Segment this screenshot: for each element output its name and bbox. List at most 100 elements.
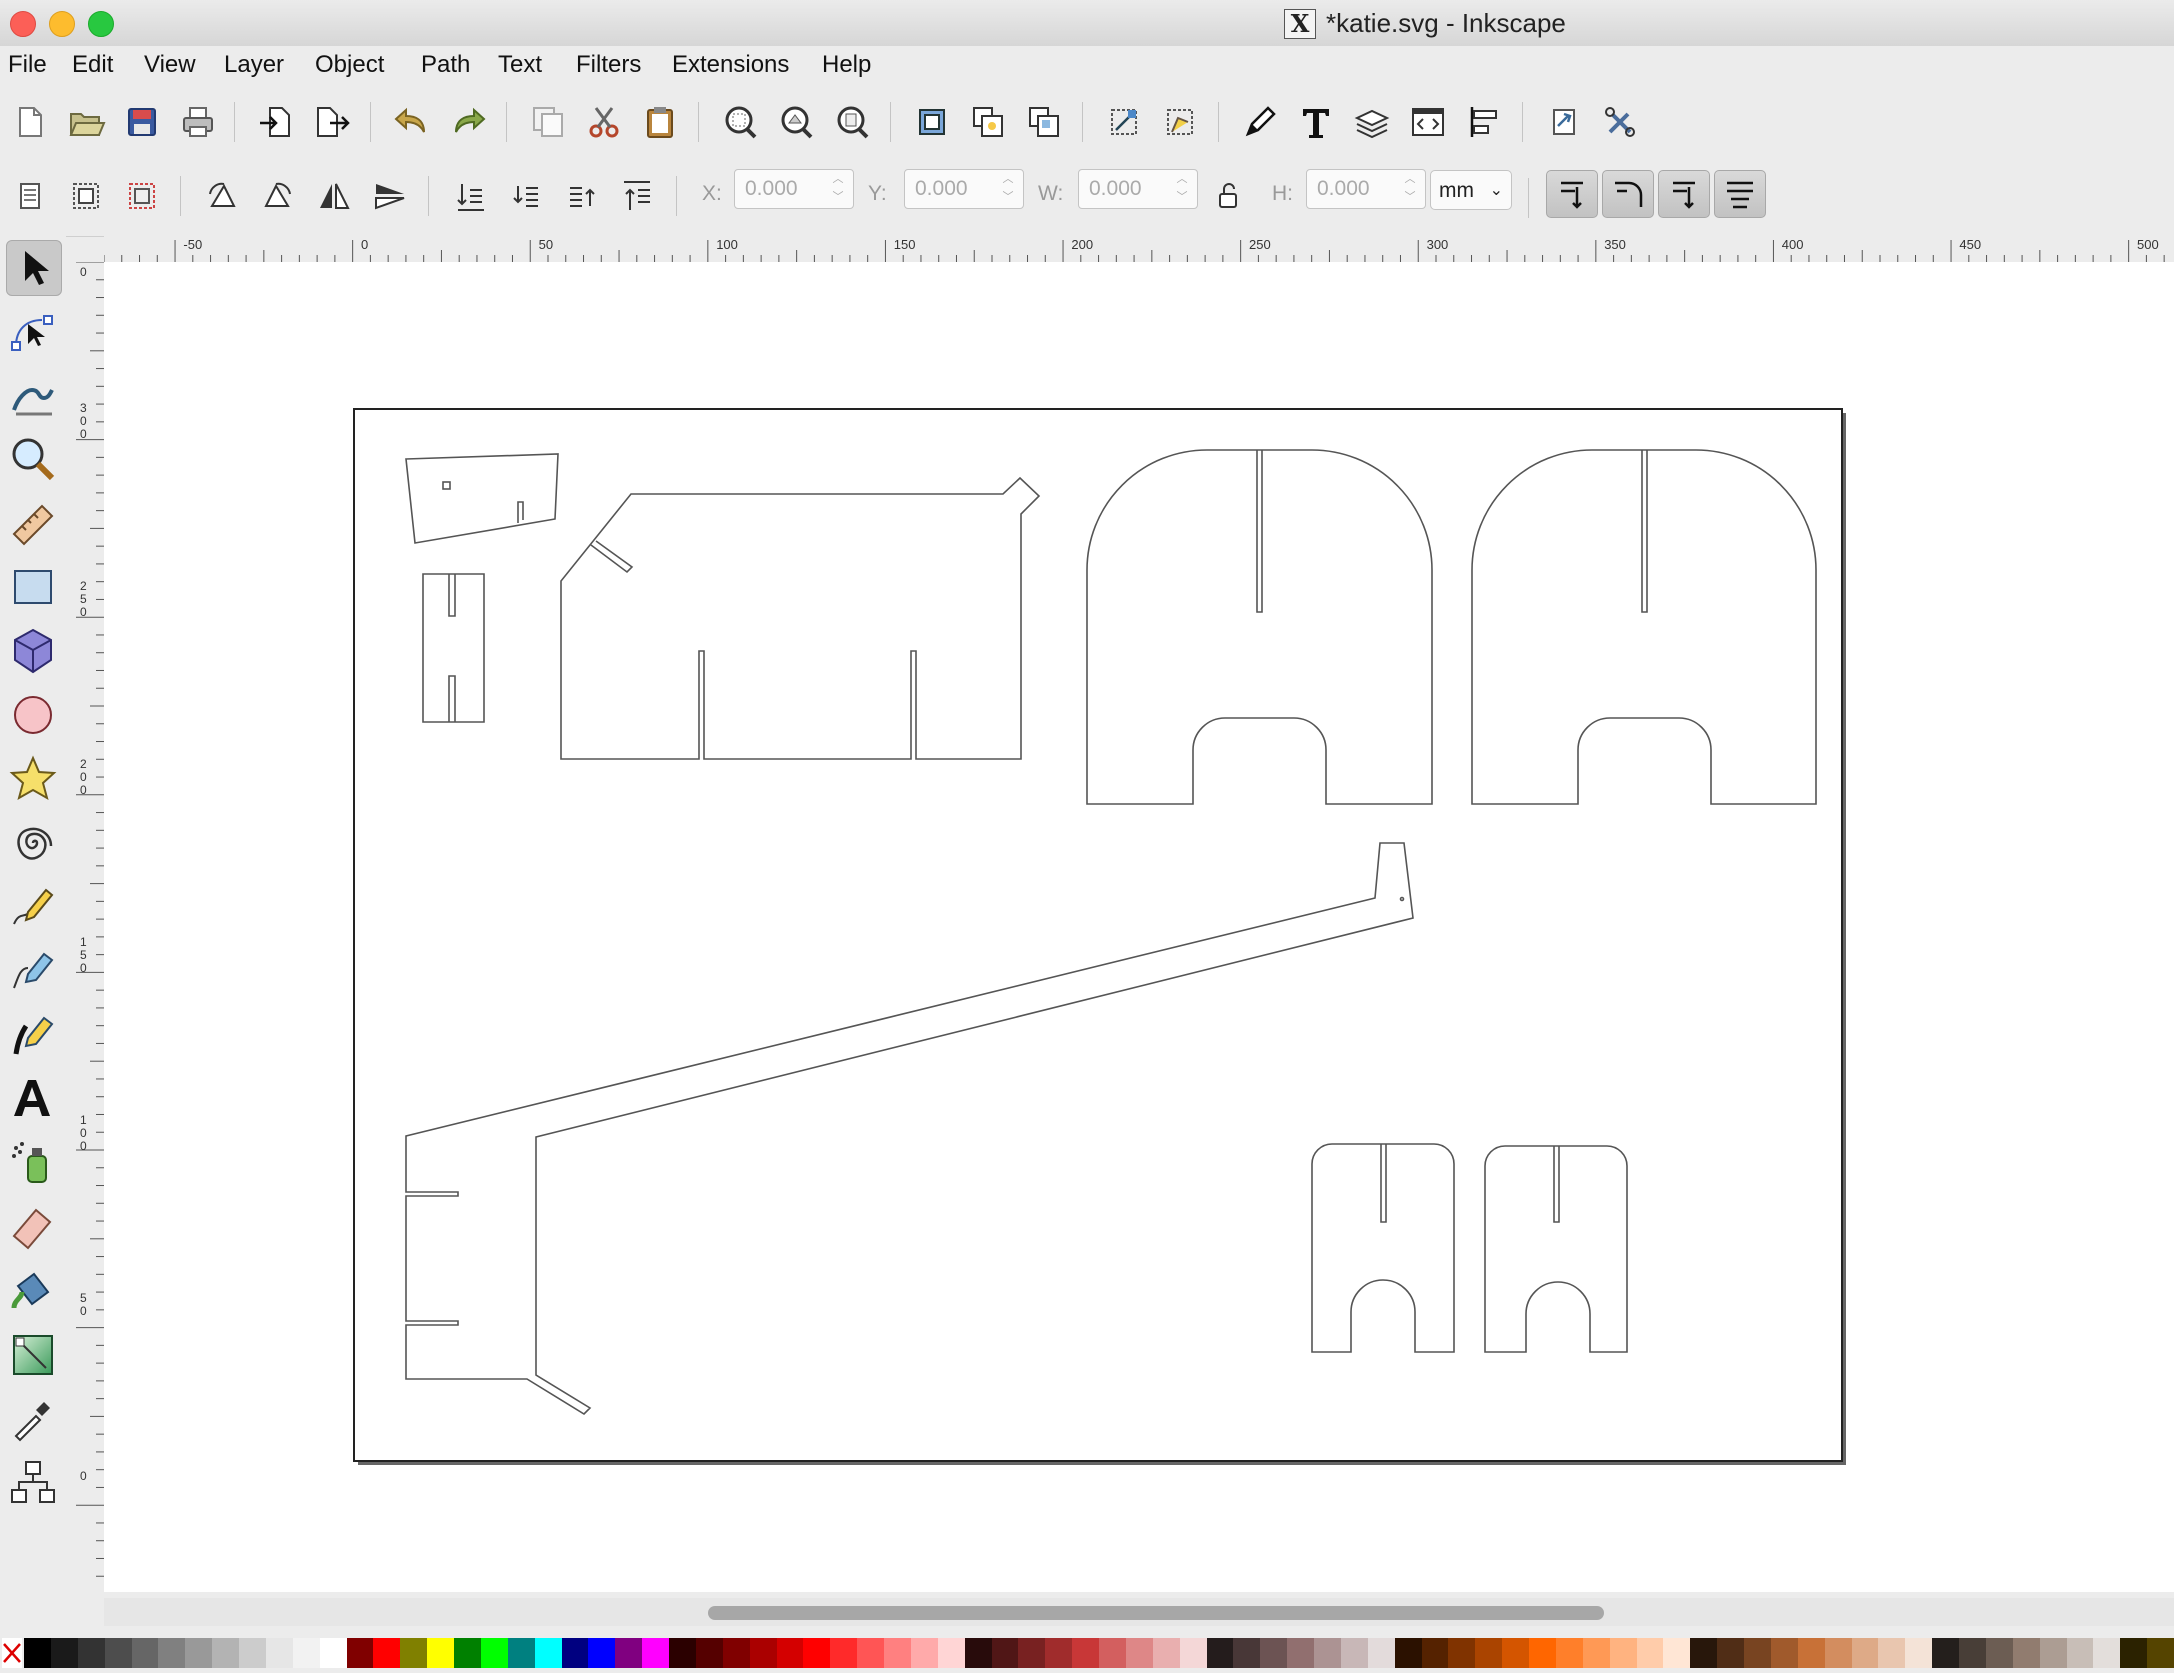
menu-help[interactable]: Help (822, 51, 871, 79)
menu-object[interactable]: Object (315, 51, 384, 79)
color-swatch[interactable] (454, 1638, 481, 1668)
print-icon[interactable] (178, 102, 218, 142)
menu-view[interactable]: View (144, 51, 196, 79)
y-spinner[interactable]: ︿ ﹀ (996, 170, 1020, 208)
rotate-ccw-icon[interactable] (202, 176, 242, 216)
color-swatch[interactable] (1367, 1638, 1395, 1668)
color-swatch[interactable] (1878, 1638, 1906, 1668)
color-swatch[interactable] (1448, 1638, 1476, 1668)
color-swatch[interactable] (722, 1638, 750, 1668)
color-swatch[interactable] (695, 1638, 723, 1668)
menu-layer[interactable]: Layer (224, 51, 284, 79)
select-all-layers-icon[interactable] (66, 176, 106, 216)
color-swatch[interactable] (642, 1638, 670, 1668)
color-swatch[interactable] (158, 1638, 186, 1668)
color-swatch[interactable] (2012, 1638, 2040, 1668)
rotate-cw-icon[interactable] (258, 176, 298, 216)
unit-select[interactable]: mm ⌄ (1430, 170, 1512, 210)
duplicate-icon[interactable] (528, 102, 568, 142)
color-swatch[interactable] (1394, 1638, 1422, 1668)
horizontal-scrollbar[interactable] (104, 1598, 2174, 1626)
preferences-icon[interactable] (1544, 102, 1584, 142)
color-swatch[interactable] (2120, 1638, 2148, 1668)
color-swatch[interactable] (2093, 1638, 2121, 1668)
dropper-tool-icon[interactable] (6, 1392, 60, 1446)
color-swatch[interactable] (776, 1638, 804, 1668)
color-swatch[interactable] (964, 1638, 992, 1668)
lock-ratio-icon[interactable] (1214, 176, 1244, 216)
move-patterns-toggle[interactable] (1714, 170, 1766, 218)
color-swatch[interactable] (1582, 1638, 1610, 1668)
color-swatch[interactable] (1502, 1638, 1530, 1668)
color-swatch[interactable] (1045, 1638, 1073, 1668)
color-swatch[interactable] (1770, 1638, 1798, 1668)
rectangle-tool-icon[interactable] (6, 560, 60, 614)
color-swatch[interactable] (1851, 1638, 1879, 1668)
undo-icon[interactable] (392, 102, 432, 142)
color-swatch[interactable] (857, 1638, 885, 1668)
deselect-icon[interactable] (122, 176, 162, 216)
menu-text[interactable]: Text (498, 51, 542, 79)
color-swatch[interactable] (1099, 1638, 1126, 1668)
raise-icon[interactable] (562, 176, 602, 216)
ellipse-tool-icon[interactable] (6, 688, 60, 742)
pencil-tool-icon[interactable] (6, 880, 60, 934)
align-distribute-icon[interactable] (1464, 102, 1504, 142)
color-swatch[interactable] (884, 1638, 911, 1668)
menu-extensions[interactable]: Extensions (672, 51, 789, 79)
w-spinner[interactable]: ︿ ﹀ (1170, 170, 1194, 208)
color-swatch[interactable] (131, 1638, 159, 1668)
menu-filters[interactable]: Filters (576, 51, 641, 79)
color-swatch[interactable] (1609, 1638, 1637, 1668)
color-swatch[interactable] (50, 1638, 78, 1668)
lower-icon[interactable] (506, 176, 546, 216)
color-swatch[interactable] (1125, 1638, 1153, 1668)
horizontal-ruler[interactable]: -50 0 50 100 150 200 250 300 350 400 450 500 (103, 236, 2174, 262)
color-swatch[interactable] (1206, 1638, 1234, 1668)
layers-icon[interactable] (1352, 102, 1392, 142)
color-swatch[interactable] (588, 1638, 616, 1668)
zoom-tool-icon[interactable] (6, 432, 60, 486)
color-swatch[interactable] (1959, 1638, 1986, 1668)
lower-to-bottom-icon[interactable] (450, 176, 490, 216)
menu-edit[interactable]: Edit (72, 51, 113, 79)
color-swatch[interactable] (561, 1638, 589, 1668)
scale-stroke-toggle[interactable] (1546, 170, 1598, 218)
color-swatch[interactable] (1717, 1638, 1745, 1668)
text-font-icon[interactable] (1296, 102, 1336, 142)
color-swatch[interactable] (749, 1638, 777, 1668)
calligraphy-tool-icon[interactable] (6, 1008, 60, 1062)
measure-tool-icon[interactable] (6, 496, 60, 550)
xml-editor-icon[interactable] (1408, 102, 1448, 142)
color-swatch[interactable] (910, 1638, 938, 1668)
color-swatch[interactable] (991, 1638, 1019, 1668)
node-tool-icon[interactable] (6, 304, 60, 358)
menu-file[interactable]: File (8, 51, 47, 79)
flip-vertical-icon[interactable] (370, 176, 410, 216)
color-swatch[interactable] (1421, 1638, 1449, 1668)
color-swatch[interactable] (615, 1638, 643, 1668)
pen-tool-icon[interactable] (6, 944, 60, 998)
color-swatch[interactable] (1152, 1638, 1180, 1668)
group-icon[interactable] (912, 102, 952, 142)
color-swatch[interactable] (77, 1638, 105, 1668)
h-spinner[interactable]: ︿ ﹀ (1398, 170, 1422, 208)
color-swatch[interactable] (265, 1638, 293, 1668)
color-swatch[interactable] (185, 1638, 213, 1668)
zoom-drawing-icon[interactable] (776, 102, 816, 142)
redo-icon[interactable] (448, 102, 488, 142)
3d-box-tool-icon[interactable] (6, 624, 60, 678)
color-swatch[interactable] (1636, 1638, 1664, 1668)
raise-to-top-icon[interactable] (618, 176, 658, 216)
color-swatch[interactable] (1555, 1638, 1583, 1668)
text-tool-icon[interactable] (6, 1072, 60, 1126)
fill-stroke-icon[interactable] (1240, 102, 1280, 142)
color-swatch[interactable] (1932, 1638, 1960, 1668)
spiral-tool-icon[interactable] (6, 816, 60, 870)
color-swatch[interactable] (937, 1638, 965, 1668)
cut-icon[interactable] (584, 102, 624, 142)
color-swatch[interactable] (830, 1638, 858, 1668)
color-swatch[interactable] (507, 1638, 535, 1668)
flip-horizontal-icon[interactable] (314, 176, 354, 216)
color-swatch[interactable] (104, 1638, 132, 1668)
